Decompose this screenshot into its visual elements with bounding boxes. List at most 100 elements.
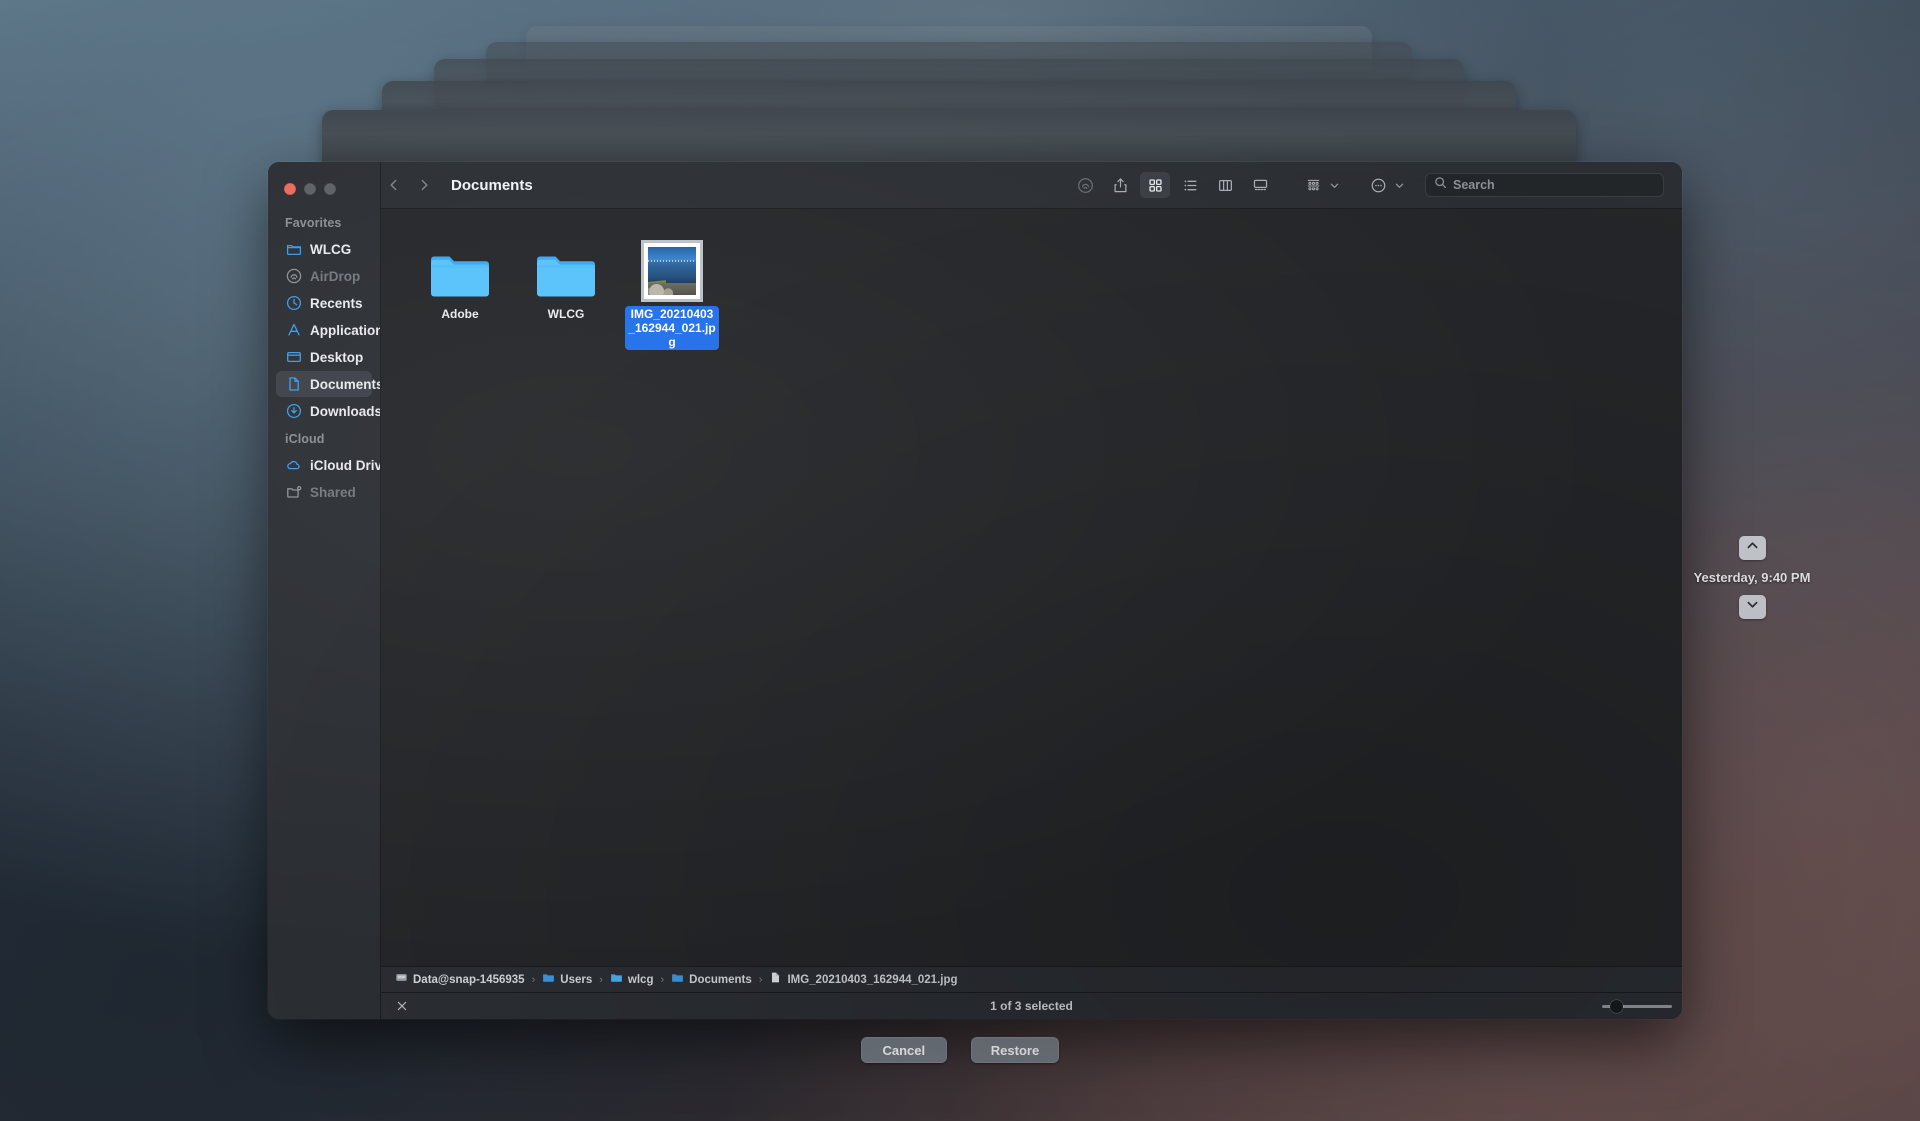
- sidebar-item-icloud-drive[interactable]: iCloud Drive: [276, 452, 380, 478]
- applications-icon: [285, 322, 302, 339]
- desktop-icon: [285, 349, 302, 366]
- sidebar-item-label: Downloads: [310, 403, 381, 419]
- airdrop-icon: [285, 268, 302, 285]
- search-icon: [1434, 176, 1447, 194]
- sidebar-item-airdrop[interactable]: AirDrop: [276, 263, 372, 289]
- breadcrumb-label: IMG_20210403_162944_021.jpg: [787, 973, 958, 986]
- shared-folder-icon: [285, 484, 302, 501]
- file-icon: [769, 971, 782, 989]
- column-view-icon[interactable]: [1210, 172, 1240, 198]
- desktop-background: Favorites WLCG AirDrop Recents Applicati…: [0, 0, 1920, 1121]
- breadcrumb-item-documents[interactable]: Documents: [671, 971, 752, 989]
- back-button[interactable]: [381, 172, 407, 198]
- timemachine-stack-layer-1: [322, 110, 1576, 168]
- breadcrumb-label: Data@snap-1456935: [413, 973, 525, 986]
- share-icon[interactable]: [1105, 172, 1135, 198]
- breadcrumb-separator: ›: [660, 973, 665, 986]
- actions-control[interactable]: [1363, 172, 1405, 198]
- file-name: WLCG: [547, 307, 585, 321]
- breadcrumb-label: Documents: [689, 973, 752, 986]
- window-controls[interactable]: [268, 171, 380, 209]
- sidebar-item-recents[interactable]: Recents: [276, 290, 372, 316]
- folder-icon: [535, 237, 597, 299]
- sidebar-item-documents[interactable]: Documents: [276, 371, 380, 397]
- file-item-image[interactable]: IMG_20210403_162944_021.jpg: [619, 231, 725, 350]
- toolbar: Documents Search: [381, 162, 1682, 209]
- search-placeholder: Search: [1453, 178, 1495, 192]
- file-item-adobe[interactable]: Adobe: [407, 231, 513, 350]
- cloud-icon: [285, 457, 302, 474]
- file-item-wlcg[interactable]: WLCG: [513, 231, 619, 350]
- drive-icon: [395, 971, 408, 989]
- sidebar-section-icloud: iCloud: [285, 432, 325, 446]
- breadcrumb-item-volume[interactable]: Data@snap-1456935: [395, 971, 525, 989]
- sidebar-item-downloads[interactable]: Downloads: [276, 398, 380, 424]
- maximize-window-button[interactable]: [324, 183, 336, 195]
- page-title: Documents: [451, 176, 533, 194]
- group-by-icon[interactable]: [1298, 172, 1328, 198]
- gallery-view-icon[interactable]: [1245, 172, 1275, 198]
- icon-view-icon[interactable]: [1140, 172, 1170, 198]
- timemachine-next-button[interactable]: [1738, 595, 1766, 619]
- close-window-button[interactable]: [284, 183, 296, 195]
- actions-icon[interactable]: [1363, 172, 1393, 198]
- minimize-window-button[interactable]: [304, 183, 316, 195]
- folder-icon: [542, 971, 555, 989]
- chevron-down-icon: [1329, 180, 1340, 191]
- sidebar-section-favorites: Favorites: [285, 216, 342, 230]
- folder-icon: [429, 237, 491, 299]
- zoom-slider[interactable]: [1602, 999, 1672, 1013]
- sidebar: Favorites WLCG AirDrop Recents Applicati…: [268, 162, 381, 1019]
- file-name: IMG_20210403_162944_021.jpg: [625, 306, 719, 350]
- forward-button[interactable]: [411, 172, 437, 198]
- breadcrumb-separator: ›: [531, 973, 536, 986]
- image-thumbnail: [641, 237, 703, 302]
- restore-button[interactable]: Restore: [970, 1037, 1060, 1063]
- content-area: Documents Search Adobe WLCG IMG_20210403…: [381, 162, 1682, 1019]
- downloads-icon: [285, 403, 302, 420]
- timemachine-date-label: Yesterday, 9:40 PM: [1693, 570, 1811, 585]
- breadcrumb-label: wlcg: [627, 973, 654, 986]
- sidebar-item-label: Documents: [310, 376, 381, 392]
- folder-icon: [671, 971, 684, 989]
- timemachine-navigation: Yesterday, 9:40 PM: [1690, 536, 1814, 619]
- sidebar-item-label: Shared: [310, 484, 356, 500]
- timemachine-previous-button[interactable]: [1738, 536, 1766, 560]
- sidebar-item-desktop[interactable]: Desktop: [276, 344, 372, 370]
- breadcrumb-item-users[interactable]: Users: [542, 971, 592, 989]
- sidebar-item-label: iCloud Drive: [310, 457, 380, 473]
- sidebar-item-label: WLCG: [310, 241, 352, 257]
- action-buttons: Cancel Restore: [0, 1037, 1920, 1063]
- sidebar-item-label: Applications: [310, 322, 380, 338]
- chevron-up-icon: [1745, 538, 1760, 558]
- breadcrumb-separator: ›: [758, 973, 763, 986]
- close-icon[interactable]: [393, 997, 411, 1015]
- clock-icon: [285, 295, 302, 312]
- zoom-slider-knob[interactable]: [1609, 999, 1623, 1013]
- list-view-icon[interactable]: [1175, 172, 1205, 198]
- file-grid: Adobe WLCG IMG_20210403_162944_021.jpg: [381, 209, 1682, 966]
- breadcrumb-item-user[interactable]: wlcg: [610, 971, 654, 989]
- chevron-down-icon: [1745, 597, 1760, 617]
- breadcrumb-separator: ›: [599, 973, 603, 986]
- selection-status: 1 of 3 selected: [990, 999, 1073, 1013]
- sidebar-item-shared[interactable]: Shared: [276, 479, 372, 505]
- search-field[interactable]: Search: [1425, 173, 1664, 197]
- airdrop-icon[interactable]: [1070, 172, 1100, 198]
- cancel-button[interactable]: Cancel: [860, 1037, 947, 1063]
- breadcrumb-label: Users: [560, 973, 593, 986]
- home-folder-icon: [610, 971, 623, 989]
- chevron-down-icon: [1394, 180, 1405, 191]
- document-icon: [285, 376, 302, 393]
- folder-icon: [285, 241, 302, 258]
- status-bar: 1 of 3 selected: [381, 992, 1682, 1019]
- toolbar-buttons: [1070, 172, 1405, 198]
- group-by-control[interactable]: [1298, 172, 1340, 198]
- sidebar-item-wlcg[interactable]: WLCG: [276, 236, 372, 262]
- sidebar-item-label: Desktop: [310, 349, 364, 365]
- file-name: Adobe: [441, 307, 479, 321]
- finder-window: Favorites WLCG AirDrop Recents Applicati…: [268, 162, 1682, 1019]
- sidebar-item-applications[interactable]: Applications: [276, 317, 380, 343]
- sidebar-item-label: AirDrop: [310, 268, 361, 284]
- breadcrumb-item-file[interactable]: IMG_20210403_162944_021.jpg: [769, 971, 958, 989]
